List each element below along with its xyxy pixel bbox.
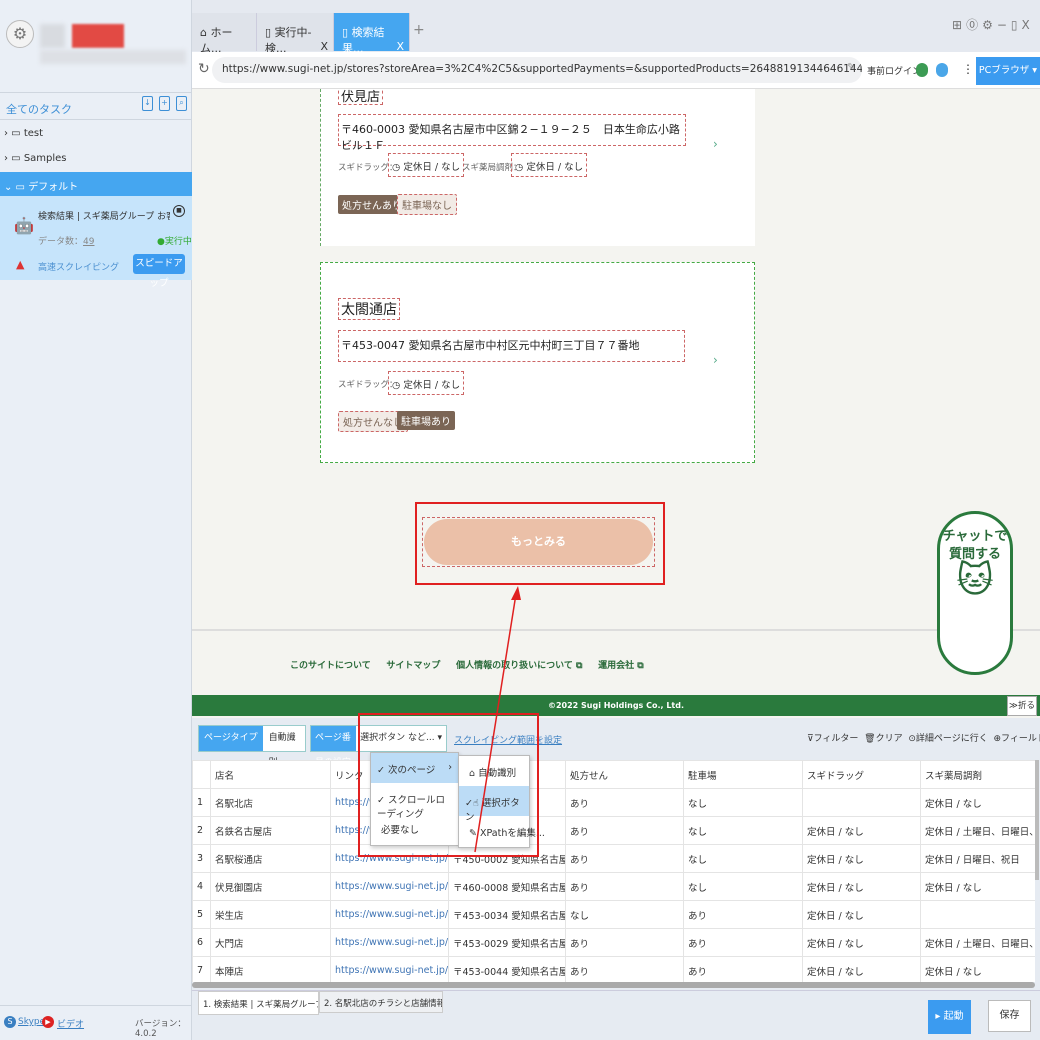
play-icon: ▸ (935, 1011, 941, 1022)
result-tab-2[interactable]: 2. 名駅北店のチラシと店舗情報 | ... ⓧ (319, 991, 443, 1013)
result-tab-1[interactable]: 1. 検索結果 | スギ薬局グループ お... (198, 991, 319, 1015)
annotation-arrow (474, 586, 521, 853)
start-button[interactable]: ▸ 起動 (928, 1000, 971, 1034)
save-button[interactable]: 保存 (988, 1000, 1031, 1032)
tab-label: 2. 名駅北店のチラシと店舗情報 | ... (324, 999, 443, 1009)
bottom-bar: 1. 検索結果 | スギ薬局グループ お... 2. 名駅北店のチラシと店舗情報… (192, 990, 1040, 1040)
start-label: 起動 (943, 1011, 964, 1022)
